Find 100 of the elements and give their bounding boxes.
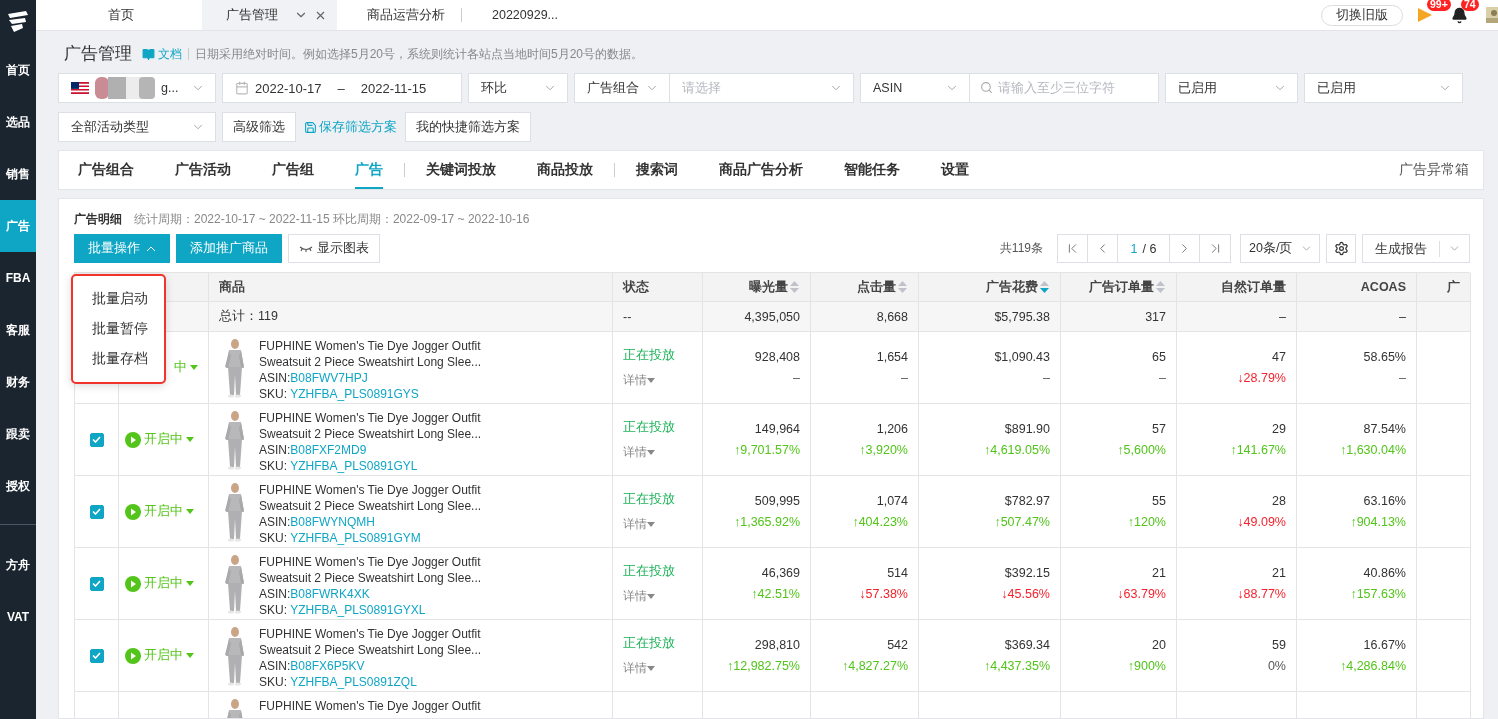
asin-label: ASIN: (259, 659, 291, 673)
change-value: ↑42.51% (751, 587, 800, 601)
table-cell: 87.54% (1363, 422, 1406, 436)
total-label: 总计：119 (219, 308, 278, 325)
table-cell: 20 (1152, 638, 1166, 652)
table-cell: $891.90 (1004, 422, 1050, 436)
page-count: / 6 (1142, 241, 1157, 256)
table-cell: 59 (1272, 638, 1286, 652)
status-text: 正在投放 (623, 418, 675, 436)
table-cell: 298,810 (754, 638, 800, 652)
change-value: 0% (1267, 659, 1286, 673)
product-title: FUPHINE Women's Tie Dye Jogger Outfit (259, 698, 481, 714)
change-value: ↑4,619.05% (983, 443, 1050, 457)
asin-label: ASIN: (259, 443, 291, 457)
product-title: FUPHINE Women's Tie Dye Jogger Outfit Sweatsuit 2 Piece Sweatshirt Long Slee... (259, 626, 482, 658)
section-title: 广告明细 (74, 211, 122, 228)
change-value: ↑157.63% (1350, 587, 1406, 601)
table-cell: 40.86% (1363, 566, 1406, 580)
sku-label: SKU: (259, 603, 287, 617)
table-cell: 16.67% (1363, 638, 1406, 652)
change-value: ↑141.67% (1230, 443, 1286, 457)
column-header: 点击量 (857, 278, 908, 296)
table-cell: 21 (1152, 566, 1166, 580)
status-text: 正在投放 (623, 562, 675, 580)
asin-label: ASIN: (259, 515, 291, 529)
change-value: – (1043, 371, 1050, 385)
change-value: ↓63.79% (1117, 587, 1166, 601)
table-cell: – (1279, 309, 1286, 324)
table-cell: $782.97 (1004, 494, 1050, 508)
column-header: 商品 (219, 278, 245, 296)
table-cell: $369.34 (1004, 638, 1050, 652)
column-header: 状态 (623, 278, 649, 296)
table-cell: 8,668 (876, 309, 908, 324)
table-cell: 65 (1152, 350, 1166, 364)
change-value: ↓57.38% (859, 587, 908, 601)
column-header: 广告花费 (986, 278, 1050, 296)
change-value: ↓88.77% (1237, 587, 1286, 601)
change-value: ↑4,286.84% (1339, 659, 1406, 673)
notification-badge: 99+ (1427, 0, 1451, 11)
table-cell: $392.15 (1004, 566, 1050, 580)
change-value: – (793, 371, 800, 385)
change-value: ↓49.09% (1237, 515, 1286, 529)
product-title: FUPHINE Women's Tie Dye Jogger Outfit Sweatsuit 2 Piece Sweatshirt Long Slee... (259, 554, 482, 586)
change-value: ↑12,982.75% (727, 659, 800, 673)
total-count: 共119条 (999, 240, 1043, 257)
column-header: ACOAS (1360, 280, 1406, 294)
table-cell: 55 (1152, 494, 1166, 508)
date-note: 日期采用绝对时间。例如选择5月20号，系统则统计各站点当地时间5月20号的数据。 (195, 45, 644, 63)
table-cell: $1,090.43 (994, 350, 1050, 364)
table-cell: 4,395,050 (744, 309, 800, 324)
change-value: ↓45.56% (1001, 587, 1050, 601)
change-value: ↑404.23% (852, 515, 908, 529)
table-cell: 514 (887, 566, 908, 580)
status-text: 正在投放 (623, 490, 675, 508)
table-cell: 28 (1272, 494, 1286, 508)
status-text: 正在投放 (623, 634, 675, 652)
table-cell: 63.16% (1363, 494, 1406, 508)
sku-label: SKU: (259, 387, 287, 401)
column-header: 自然订单量 (1221, 278, 1286, 296)
change-value: ↑120% (1127, 515, 1166, 529)
change-value: – (1399, 371, 1406, 385)
sku-label: SKU: (259, 459, 287, 473)
change-value: ↑4,827.27% (841, 659, 908, 673)
table-cell: 58.65% (1363, 350, 1406, 364)
change-value: ↑5,600% (1117, 443, 1166, 457)
table-cell: 57 (1152, 422, 1166, 436)
table-cell: 46,369 (761, 566, 800, 580)
page-title: 广告管理 (64, 43, 132, 64)
change-value: ↑507.47% (994, 515, 1050, 529)
table-cell: 928,408 (754, 350, 800, 364)
asin-label: ASIN: (259, 371, 291, 385)
table-cell: 149,964 (754, 422, 800, 436)
change-value: ↓28.79% (1237, 371, 1286, 385)
table-cell: 317 (1145, 309, 1166, 324)
change-value: ↑1,365.92% (733, 515, 800, 529)
sku-label: SKU: (259, 531, 287, 545)
change-value: ↑4,437.35% (983, 659, 1050, 673)
table-cell: 542 (887, 638, 908, 652)
change-value: ↑904.13% (1350, 515, 1406, 529)
table-cell: 1,654 (876, 350, 908, 364)
change-value: ↑3,920% (859, 443, 908, 457)
table-cell: 509,995 (754, 494, 800, 508)
product-title: FUPHINE Women's Tie Dye Jogger Outfit Sweatsuit 2 Piece Sweatshirt Long Slee... (259, 338, 482, 370)
table-cell: 21 (1272, 566, 1286, 580)
store-value: g... (161, 81, 180, 95)
product-title: FUPHINE Women's Tie Dye Jogger Outfit Sweatsuit 2 Piece Sweatshirt Long Slee... (259, 482, 482, 514)
sku-label: SKU: (259, 675, 287, 689)
product-title: FUPHINE Women's Tie Dye Jogger Outfit Sweatsuit 2 Piece Sweatshirt Long Slee... (259, 410, 482, 442)
change-value: ↑9,701.57% (733, 443, 800, 457)
change-value: – (901, 371, 908, 385)
change-value: – (1159, 371, 1166, 385)
table-cell: 47 (1272, 350, 1286, 364)
column-header: 广 (1447, 278, 1460, 296)
table-cell: 1,074 (876, 494, 908, 508)
table-cell: – (1399, 309, 1406, 324)
table-cell: $5,795.38 (994, 309, 1050, 324)
asin-label: ASIN: (259, 587, 291, 601)
notification-badge: 74 (1461, 0, 1479, 11)
change-value: ↑900% (1127, 659, 1166, 673)
table-cell: -- (623, 309, 632, 324)
